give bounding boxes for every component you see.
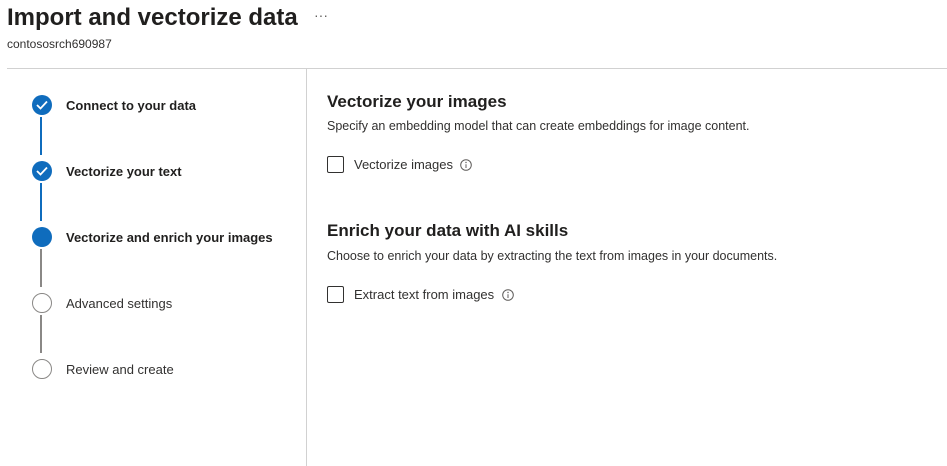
page-title: Import and vectorize data (7, 4, 298, 31)
step-connector (40, 183, 42, 221)
page-header: Import and vectorize data ··· contososrc… (0, 0, 947, 69)
enrich-section-description: Choose to enrich your data by extracting… (327, 249, 778, 263)
vectorize-section-description: Specify an embedding model that can crea… (327, 119, 750, 133)
wizard-stepper: Connect to your data Vectorize your text… (0, 69, 306, 466)
more-options-button[interactable]: ··· (310, 8, 332, 28)
vectorize-section-title: Vectorize your images (327, 92, 507, 111)
step-pending-icon (32, 293, 52, 313)
step-advanced-settings[interactable]: Advanced settings (28, 289, 298, 317)
step-connect-data[interactable]: Connect to your data (28, 91, 298, 119)
vectorize-images-label[interactable]: Vectorize images (354, 157, 453, 172)
step-complete-checkmark-icon (32, 161, 52, 181)
page-subtitle: contososrch690987 (7, 37, 112, 51)
extract-text-row: Extract text from images (327, 285, 527, 305)
extract-text-label[interactable]: Extract text from images (354, 287, 494, 302)
step-current-icon (32, 227, 52, 247)
step-vectorize-text[interactable]: Vectorize your text (28, 157, 298, 185)
vectorize-images-row: Vectorize images (327, 155, 487, 175)
step-pending-icon (32, 359, 52, 379)
extract-text-checkbox[interactable] (327, 286, 344, 303)
step-vectorize-images[interactable]: Vectorize and enrich your images (28, 223, 298, 251)
import-vectorize-page: Import and vectorize data ··· contososrc… (0, 0, 947, 466)
step-connector (40, 249, 42, 287)
step-complete-checkmark-icon (32, 95, 52, 115)
info-icon[interactable] (460, 159, 472, 171)
step-review-create[interactable]: Review and create (28, 355, 298, 383)
info-icon[interactable] (502, 289, 514, 301)
step-connector (40, 117, 42, 155)
step-label: Review and create (66, 362, 174, 377)
step-label: Advanced settings (66, 296, 173, 311)
panel-divider (306, 69, 307, 466)
enrich-section-title: Enrich your data with AI skills (327, 221, 569, 240)
step-label: Vectorize your text (66, 164, 182, 179)
vectorize-images-checkbox[interactable] (327, 156, 344, 173)
step-label: Connect to your data (66, 98, 197, 113)
step-connector (40, 315, 42, 353)
step-label: Vectorize and enrich your images (66, 230, 273, 245)
